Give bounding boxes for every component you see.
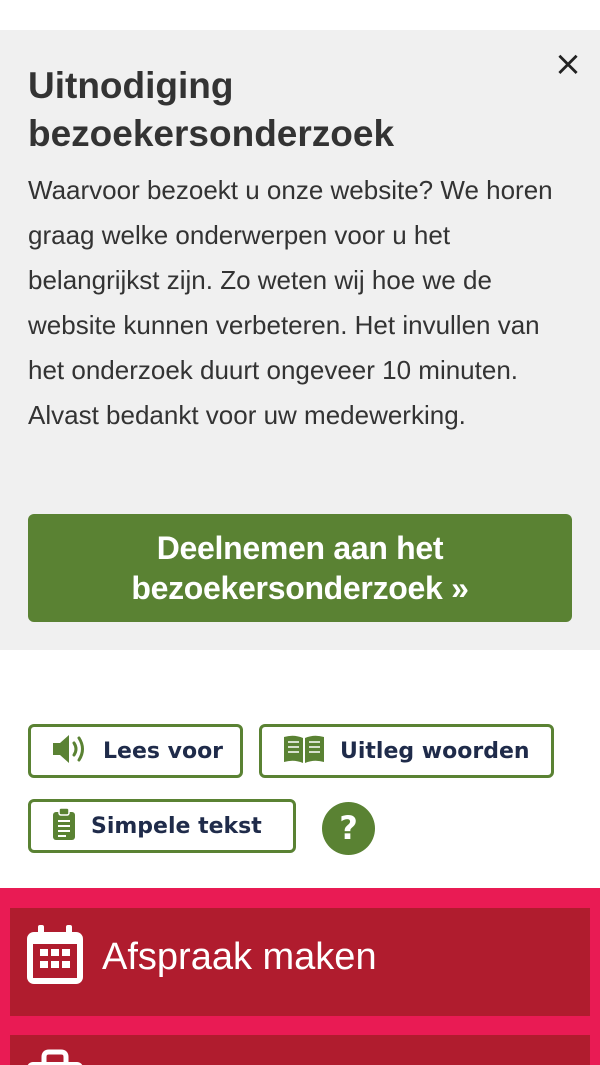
explain-words-label: Uitleg woorden: [340, 738, 530, 764]
book-icon: [282, 733, 326, 769]
briefcase-icon: [24, 1049, 86, 1065]
simple-text-button[interactable]: Simpele tekst: [28, 799, 296, 853]
join-survey-button[interactable]: Deelnemen aan het bezoekersonderzoek »: [28, 514, 572, 622]
help-button[interactable]: ?: [322, 802, 375, 855]
menu-item-label: Afspraak maken: [102, 936, 377, 978]
read-aloud-button[interactable]: Lees voor: [28, 724, 243, 778]
read-aloud-label: Lees voor: [103, 738, 224, 764]
calendar-icon: [24, 924, 86, 990]
menu-item-second[interactable]: [10, 1035, 590, 1065]
menu-item-afspraak-maken[interactable]: Afspraak maken: [10, 908, 590, 1016]
survey-body: Waarvoor bezoekt u onze website? We hore…: [28, 175, 553, 430]
join-survey-label: Deelnemen aan het bezoekersonderzoek »: [131, 530, 469, 606]
survey-title: Uitnodiging bezoekersonderzoek: [28, 65, 395, 154]
speaker-icon: [51, 733, 89, 769]
simple-text-label: Simpele tekst: [91, 813, 262, 839]
explain-words-button[interactable]: Uitleg woorden: [259, 724, 554, 778]
clipboard-icon: [51, 807, 77, 845]
close-survey-button[interactable]: ×: [552, 44, 584, 84]
